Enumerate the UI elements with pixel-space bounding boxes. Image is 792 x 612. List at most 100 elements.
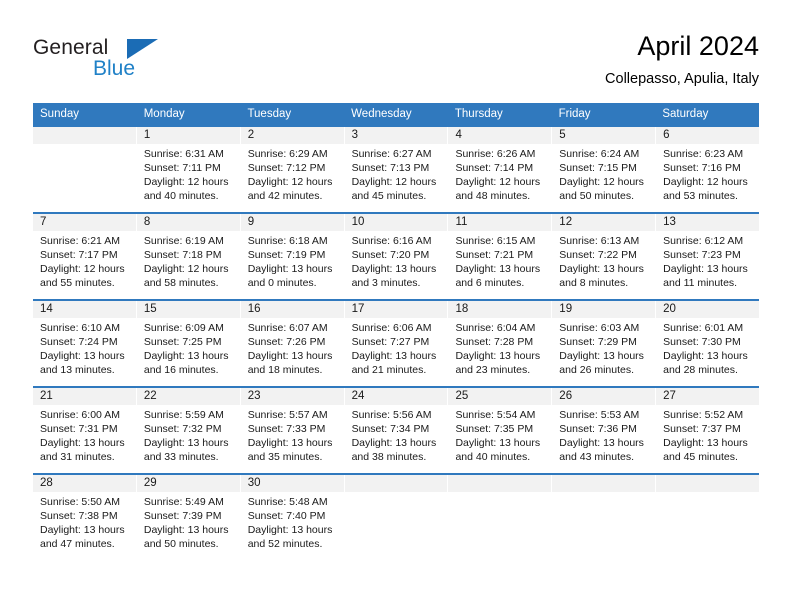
calendar-day-cell[interactable]: 12 Sunrise: 6:13 AM Sunset: 7:22 PM Dayligh… [552, 214, 657, 299]
calendar-week-row: 21 Sunrise: 6:00 AM Sunset: 7:31 PM Dayligh… [33, 386, 760, 473]
weekday-header-monday: Monday [143, 108, 185, 120]
calendar-day-cell[interactable]: 21 Sunrise: 6:00 AM Sunset: 7:31 PM Dayligh… [33, 388, 137, 473]
day-sunset-text: Sunset: 7:32 PM [143, 423, 222, 435]
day-daylight1-text: Daylight: 12 hours [663, 176, 748, 188]
day-daylight1-text: Daylight: 13 hours [351, 263, 437, 275]
day-details: Sunrise: 6:15 AM Sunset: 7:21 PM Daylight:… [448, 231, 551, 290]
day-sunset-text: Sunset: 7:37 PM [663, 423, 741, 435]
day-sunrise-text: Sunrise: 6:27 AM [351, 148, 432, 160]
calendar-day-cell[interactable]: 9 Sunrise: 6:18 AM Sunset: 7:19 PM Daylight… [240, 214, 345, 299]
weekday-header-row: Sunday Monday Tuesday Wednesday Thursday Frid… [33, 103, 759, 125]
calendar-day-cell[interactable]: 25 Sunrise: 5:54 AM Sunset: 7:35 PM Dayligh… [448, 388, 553, 473]
day-sunset-text: Sunset: 7:25 PM [143, 336, 222, 348]
day-sunset-text: Sunset: 7:24 PM [40, 336, 118, 348]
day-sunrise-text: Sunrise: 5:53 AM [559, 409, 640, 421]
calendar-day-cell[interactable]: 6 Sunrise: 6:23 AM Sunset: 7:16 PM Daylight… [656, 127, 760, 212]
day-details: Sunrise: 5:53 AM Sunset: 7:36 PM Daylight:… [552, 405, 655, 464]
weekday-header-friday: Friday [558, 108, 591, 120]
day-daylight1-text: Daylight: 13 hours [143, 524, 229, 536]
day-number: 22 [136, 388, 240, 405]
day-details: Sunrise: 6:00 AM Sunset: 7:31 PM Daylight:… [33, 405, 136, 464]
day-number: 1 [136, 127, 240, 144]
day-number: 17 [344, 301, 448, 318]
calendar-grid: Sunday Monday Tuesday Wednesday Thursday Frid… [33, 103, 760, 560]
day-daylight2-text: and 26 minutes. [559, 364, 635, 376]
day-details: Sunrise: 6:07 AM Sunset: 7:26 PM Daylight:… [241, 318, 344, 377]
day-sunset-text: Sunset: 7:11 PM [143, 162, 221, 174]
day-daylight2-text: and 18 minutes. [247, 364, 323, 376]
calendar-day-cell-empty [33, 127, 137, 212]
calendar-day-cell[interactable]: 8 Sunrise: 6:19 AM Sunset: 7:18 PM Daylight… [136, 214, 241, 299]
day-daylight1-text: Daylight: 13 hours [559, 437, 644, 449]
calendar-day-cell[interactable]: 14 Sunrise: 6:10 AM Sunset: 7:24 PM Dayligh… [33, 301, 137, 386]
day-sunrise-text: Sunrise: 6:00 AM [40, 409, 120, 421]
calendar-week-row: 7 Sunrise: 6:21 AM Sunset: 7:17 PM Daylight… [33, 212, 760, 299]
calendar-day-cell[interactable]: 4 Sunrise: 6:26 AM Sunset: 7:14 PM Daylight… [448, 127, 553, 212]
day-daylight2-text: and 55 minutes. [40, 277, 115, 289]
day-sunrise-text: Sunrise: 5:50 AM [40, 496, 120, 508]
generalblue-logo[interactable]: General Blue [33, 36, 203, 92]
day-number [448, 475, 552, 492]
day-sunset-text: Sunset: 7:12 PM [247, 162, 326, 174]
day-details: Sunrise: 6:29 AM Sunset: 7:12 PM Daylight:… [241, 144, 344, 203]
day-number: 20 [656, 301, 760, 318]
calendar-day-cell[interactable]: 15 Sunrise: 6:09 AM Sunset: 7:25 PM Dayligh… [136, 301, 241, 386]
day-daylight2-text: and 35 minutes. [247, 451, 323, 463]
calendar-week-row: 14 Sunrise: 6:10 AM Sunset: 7:24 PM Dayligh… [33, 299, 760, 386]
calendar-day-cell[interactable]: 24 Sunrise: 5:56 AM Sunset: 7:34 PM Dayligh… [344, 388, 449, 473]
day-details: Sunrise: 5:48 AM Sunset: 7:40 PM Daylight:… [241, 492, 344, 551]
day-number: 26 [552, 388, 656, 405]
day-details: Sunrise: 6:18 AM Sunset: 7:19 PM Daylight:… [241, 231, 344, 290]
calendar-day-cell[interactable]: 16 Sunrise: 6:07 AM Sunset: 7:26 PM Dayligh… [240, 301, 345, 386]
calendar-day-cell[interactable]: 19 Sunrise: 6:03 AM Sunset: 7:29 PM Dayligh… [552, 301, 657, 386]
day-daylight1-text: Daylight: 13 hours [663, 263, 748, 275]
day-daylight2-text: and 21 minutes. [351, 364, 427, 376]
day-sunrise-text: Sunrise: 6:21 AM [40, 235, 120, 247]
day-daylight1-text: Daylight: 13 hours [247, 524, 333, 536]
calendar-day-cell[interactable]: 3 Sunrise: 6:27 AM Sunset: 7:13 PM Daylight… [344, 127, 449, 212]
day-number: 7 [33, 214, 136, 231]
day-sunset-text: Sunset: 7:39 PM [143, 510, 222, 522]
calendar-day-cell-empty [344, 475, 449, 559]
calendar-day-cell[interactable]: 5 Sunrise: 6:24 AM Sunset: 7:15 PM Daylight… [552, 127, 657, 212]
day-sunset-text: Sunset: 7:20 PM [351, 249, 430, 261]
calendar-day-cell[interactable]: 27 Sunrise: 5:52 AM Sunset: 7:37 PM Dayligh… [656, 388, 760, 473]
calendar-day-cell[interactable]: 11 Sunrise: 6:15 AM Sunset: 7:21 PM Dayligh… [448, 214, 553, 299]
calendar-day-cell[interactable]: 23 Sunrise: 5:57 AM Sunset: 7:33 PM Dayligh… [240, 388, 345, 473]
day-sunrise-text: Sunrise: 6:19 AM [143, 235, 224, 247]
calendar-day-cell[interactable]: 28 Sunrise: 5:50 AM Sunset: 7:38 PM Dayligh… [33, 475, 137, 559]
day-number [33, 127, 136, 144]
calendar-day-cell[interactable]: 1 Sunrise: 6:31 AM Sunset: 7:11 PM Daylight… [136, 127, 241, 212]
day-details: Sunrise: 5:54 AM Sunset: 7:35 PM Daylight:… [448, 405, 551, 464]
calendar-day-cell[interactable]: 20 Sunrise: 6:01 AM Sunset: 7:30 PM Dayligh… [656, 301, 760, 386]
calendar-day-cell[interactable]: 17 Sunrise: 6:06 AM Sunset: 7:27 PM Dayligh… [344, 301, 449, 386]
calendar-day-cell[interactable]: 26 Sunrise: 5:53 AM Sunset: 7:36 PM Dayligh… [552, 388, 657, 473]
calendar-day-cell[interactable]: 22 Sunrise: 5:59 AM Sunset: 7:32 PM Dayligh… [136, 388, 241, 473]
day-daylight1-text: Daylight: 13 hours [143, 350, 229, 362]
calendar-day-cell[interactable]: 29 Sunrise: 5:49 AM Sunset: 7:39 PM Dayligh… [136, 475, 241, 559]
calendar-day-cell[interactable]: 7 Sunrise: 6:21 AM Sunset: 7:17 PM Daylight… [33, 214, 137, 299]
day-sunrise-text: Sunrise: 6:26 AM [455, 148, 536, 160]
day-daylight1-text: Daylight: 12 hours [40, 263, 125, 275]
calendar-page: General Blue April 2024 Collepasso, Apul… [0, 0, 792, 612]
day-number: 29 [136, 475, 240, 492]
day-sunset-text: Sunset: 7:21 PM [455, 249, 534, 261]
day-daylight1-text: Daylight: 12 hours [351, 176, 437, 188]
day-daylight2-text: and 45 minutes. [351, 190, 427, 202]
day-daylight2-text: and 11 minutes. [663, 277, 738, 289]
day-sunrise-text: Sunrise: 5:59 AM [143, 409, 224, 421]
day-sunset-text: Sunset: 7:33 PM [247, 423, 326, 435]
day-details: Sunrise: 6:19 AM Sunset: 7:18 PM Daylight:… [137, 231, 240, 290]
day-details: Sunrise: 6:24 AM Sunset: 7:15 PM Daylight:… [552, 144, 655, 203]
calendar-day-cell[interactable]: 30 Sunrise: 5:48 AM Sunset: 7:40 PM Dayligh… [240, 475, 345, 559]
calendar-day-cell[interactable]: 2 Sunrise: 6:29 AM Sunset: 7:12 PM Daylight… [240, 127, 345, 212]
day-daylight2-text: and 58 minutes. [143, 277, 219, 289]
calendar-day-cell[interactable]: 18 Sunrise: 6:04 AM Sunset: 7:28 PM Dayligh… [448, 301, 553, 386]
calendar-day-cell[interactable]: 13 Sunrise: 6:12 AM Sunset: 7:23 PM Dayligh… [656, 214, 760, 299]
day-daylight1-text: Daylight: 12 hours [559, 176, 644, 188]
day-number [344, 475, 448, 492]
day-daylight2-text: and 53 minutes. [663, 190, 738, 202]
calendar-day-cell[interactable]: 10 Sunrise: 6:16 AM Sunset: 7:20 PM Dayligh… [344, 214, 449, 299]
day-sunrise-text: Sunrise: 6:01 AM [663, 322, 744, 334]
day-sunset-text: Sunset: 7:22 PM [559, 249, 637, 261]
